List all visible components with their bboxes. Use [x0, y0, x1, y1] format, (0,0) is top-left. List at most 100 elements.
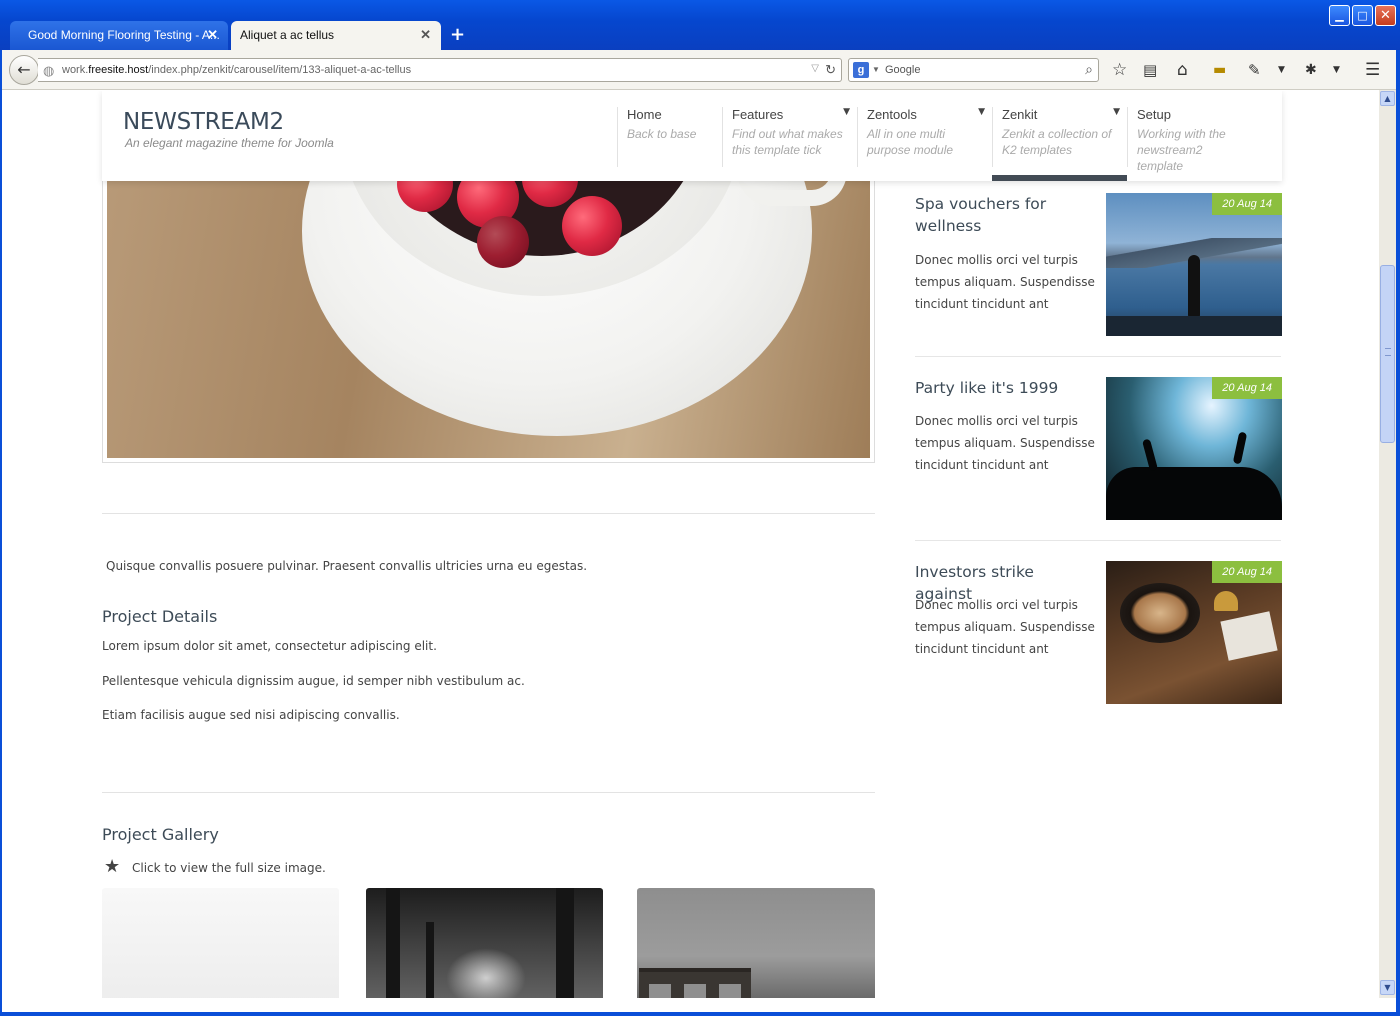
section-divider: [102, 792, 875, 793]
sidebar-article-title[interactable]: Spa vouchers for wellness: [915, 193, 1095, 237]
menu-hamburger-icon[interactable]: ☰: [1365, 60, 1380, 80]
window-border: [0, 50, 2, 1016]
tab-label: Aliquet a ac tellus: [240, 28, 335, 42]
menu-item-zenkit[interactable]: Zenkit Zenkit a collection of K2 templat…: [992, 107, 1122, 167]
tree-shape: [386, 888, 400, 1012]
gallery-image[interactable]: [102, 888, 339, 1012]
site-header: NEWSTREAM2 An elegant magazine theme for…: [102, 91, 1282, 181]
sidebar-article-text: Donec mollis orci vel turpis tempus aliq…: [915, 598, 1095, 656]
bottom-strip: [2, 998, 1396, 1012]
minimize-icon[interactable]: ▁: [1329, 5, 1350, 26]
tab-good-morning[interactable]: Good Morning Flooring Testing - A... ✕: [10, 21, 228, 50]
site-tagline: An elegant magazine theme for Joomla: [125, 136, 334, 150]
close-tab-icon[interactable]: ✕: [420, 27, 431, 43]
menu-subtitle: Working with the newstream2 template: [1137, 127, 1226, 173]
sidebar-article-title[interactable]: Party like it's 1999: [915, 377, 1095, 399]
scroll-up-icon[interactable]: ▲: [1380, 91, 1395, 106]
date-badge: 20 Aug 14: [1212, 193, 1282, 215]
article-image-frame: [102, 151, 875, 463]
menu-item-home[interactable]: Home Back to base: [617, 107, 717, 167]
detail-line: Lorem ipsum dolor sit amet, consectetur …: [102, 639, 437, 653]
sidebar-article-image[interactable]: 20 Aug 14: [1106, 561, 1282, 704]
tab-label: Good Morning Flooring Testing - A...: [28, 28, 220, 42]
close-window-icon[interactable]: ✕: [1375, 5, 1396, 26]
coffee-cup-shape: [1120, 583, 1200, 643]
sidebar-article-text: Donec mollis orci vel turpis tempus aliq…: [915, 253, 1095, 311]
scroll-thumb[interactable]: [1380, 265, 1395, 443]
article-intro: Quisque convallis posuere pulvinar. Prae…: [106, 559, 588, 573]
crowd-shape: [1106, 467, 1282, 520]
maximize-icon[interactable]: □: [1352, 5, 1373, 26]
dropdown-arrow-icon: ▼: [978, 107, 985, 117]
search-icon[interactable]: ⌕: [1085, 61, 1093, 78]
window-border: [1396, 50, 1400, 1016]
menu-item-zentools[interactable]: Zentools All in one multi purpose module…: [857, 107, 987, 167]
tab-aliquet[interactable]: Aliquet a ac tellus ✕: [231, 21, 441, 50]
search-placeholder: Google: [885, 64, 921, 76]
reload-icon[interactable]: ↻: [825, 62, 836, 78]
globe-icon: ◍: [43, 63, 55, 78]
gallery-hint: Click to view the full size image.: [132, 861, 326, 875]
menu-subtitle: All in one multi purpose module: [867, 127, 954, 157]
raspberries-image[interactable]: [107, 156, 870, 458]
menu-title: Home: [627, 107, 662, 122]
url-bar[interactable]: ◍ work.freesite.host/index.php/zenkit/ca…: [38, 58, 842, 82]
menu-item-features[interactable]: Features Find out what makes this templa…: [722, 107, 852, 167]
dropdown-arrow-icon: ▼: [1113, 107, 1120, 117]
web-page: NEWSTREAM2 An elegant magazine theme for…: [2, 91, 1379, 1012]
gallery-image[interactable]: [366, 888, 603, 1012]
menu-subtitle: Zenkit a collection of K2 templates: [1002, 127, 1112, 157]
detail-line: Etiam facilisis augue sed nisi adipiscin…: [102, 708, 400, 722]
dropdown-icon[interactable]: ▼: [1333, 60, 1340, 80]
menu-item-setup[interactable]: Setup Working with the newstream2 templa…: [1127, 107, 1247, 173]
dropdown-icon[interactable]: ▼: [1278, 60, 1285, 80]
date-badge: 20 Aug 14: [1212, 561, 1282, 583]
menu-title: Zentools: [867, 107, 917, 122]
bell-shape: [1214, 591, 1238, 611]
new-tab-icon[interactable]: +: [450, 24, 465, 45]
project-gallery-heading: Project Gallery: [102, 825, 219, 844]
browser-navbar: ← ◍ work.freesite.host/index.php/zenkit/…: [0, 50, 1400, 90]
section-divider: [102, 513, 875, 514]
raspberry: [477, 216, 529, 268]
bookmark-star-icon[interactable]: ☆: [1112, 60, 1127, 80]
close-tab-icon[interactable]: ✕: [207, 27, 218, 43]
addon-icon[interactable]: ✱: [1305, 60, 1317, 80]
sidebar-separator: [915, 356, 1281, 357]
window-controls: ▁ □ ✕: [1329, 5, 1396, 26]
window-border: [0, 1012, 1400, 1016]
raspberry: [562, 196, 622, 256]
url-dropdown-icon[interactable]: ▽: [811, 63, 819, 74]
dropdown-arrow-icon: ▼: [843, 107, 850, 117]
google-icon[interactable]: g: [853, 62, 869, 78]
scroll-down-icon[interactable]: ▼: [1380, 980, 1395, 995]
url-host: freesite.host: [88, 64, 149, 76]
pier-shape: [1106, 316, 1282, 336]
bookmarks-list-icon[interactable]: ▤: [1143, 60, 1157, 80]
eyedropper-icon[interactable]: ✎: [1248, 60, 1261, 80]
search-engine-dropdown-icon[interactable]: ▼: [872, 65, 880, 74]
receipt-shape: [1220, 611, 1278, 661]
person-shape: [1188, 255, 1200, 317]
star-icon: ★: [104, 856, 121, 877]
detail-line: Pellentesque vehicula dignissim augue, i…: [102, 674, 525, 688]
menu-subtitle: Back to base: [627, 127, 697, 141]
menu-title: Zenkit: [1002, 107, 1038, 122]
menu-title: Features: [732, 107, 784, 122]
grip-icon: [1385, 348, 1391, 356]
gallery-image[interactable]: [637, 888, 875, 1012]
sidebar-article-image[interactable]: 20 Aug 14: [1106, 377, 1282, 520]
url-path: /index.php/zenkit/carousel/item/133-aliq…: [148, 64, 412, 76]
site-logo[interactable]: NEWSTREAM2: [123, 109, 284, 135]
window-titlebar: Good Morning Flooring Testing - A... ✕ A…: [0, 0, 1400, 50]
tree-shape: [556, 888, 574, 1012]
back-arrow-icon[interactable]: ←: [9, 55, 39, 85]
sidebar-article-text: Donec mollis orci vel turpis tempus aliq…: [915, 414, 1095, 472]
url-prefix: work.: [62, 64, 89, 76]
sidebar-article-image[interactable]: 20 Aug 14: [1106, 193, 1282, 336]
ruler-icon[interactable]: ▬: [1213, 60, 1226, 80]
home-icon[interactable]: ⌂: [1177, 60, 1188, 80]
vertical-scrollbar[interactable]: ▲ ▼: [1379, 90, 1396, 998]
menu-active-indicator: [992, 175, 1127, 181]
search-bar[interactable]: g ▼ Google ⌕: [848, 58, 1099, 82]
